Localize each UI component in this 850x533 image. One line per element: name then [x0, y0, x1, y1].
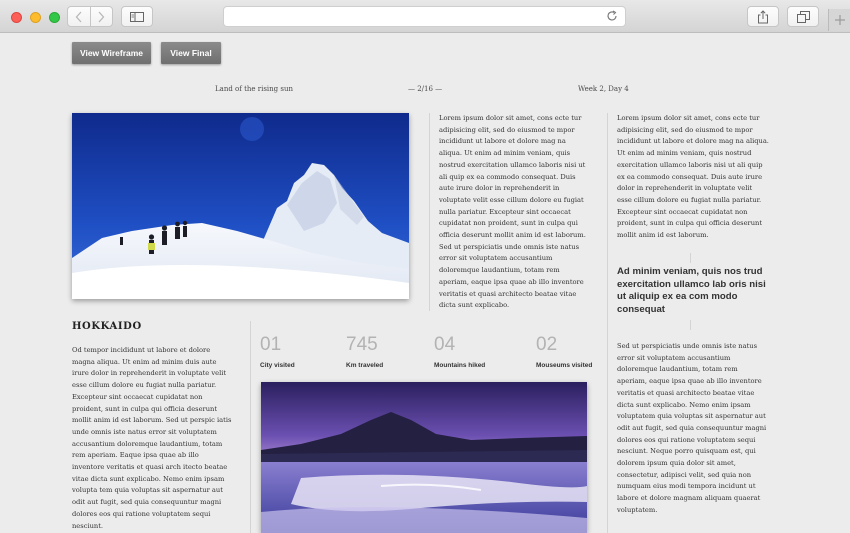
tabs-icon [796, 10, 810, 23]
close-window-button[interactable] [11, 12, 22, 23]
stat-museums: 02 Mouseums visited [536, 334, 592, 369]
right-column-text-lower: Sed ut perspiciatis unde omnis iste natu… [617, 342, 767, 514]
stat-label: Mouseums visited [536, 362, 593, 369]
quote-rule-bottom [690, 320, 691, 330]
page-counter: — 2/16 — [408, 85, 443, 93]
stat-value: 745 [346, 334, 378, 355]
section-text: Od tempor incididunt ut labore et dolore… [72, 346, 232, 530]
stat-value: 01 [260, 334, 282, 355]
stat-label: Km traveled [346, 362, 384, 369]
stat-value: 04 [434, 334, 456, 355]
divider-left [250, 321, 251, 533]
share-icon [758, 9, 768, 23]
forward-icon [98, 11, 105, 22]
tabs-overview-button[interactable] [787, 6, 819, 27]
history-nav [67, 6, 113, 27]
pull-quote: Ad minim veniam, quis nos trud exercitat… [617, 266, 766, 315]
stat-label: Mountains hiked [434, 362, 486, 369]
right-column-text: Lorem ipsum dolor sit amet, cons ecte tu… [617, 114, 769, 240]
hokkaido-hike-photo [72, 113, 409, 299]
header-date: Week 2, Day 4 [578, 85, 629, 93]
stat-km: 745 Km traveled [346, 334, 383, 369]
forward-button[interactable] [89, 7, 113, 26]
browser-toolbar [0, 0, 850, 33]
sidebar-button[interactable] [121, 6, 153, 27]
back-button[interactable] [68, 7, 90, 26]
stat-label: City visited [260, 362, 295, 369]
stat-mountains: 04 Mountains hiked [434, 334, 485, 369]
share-button[interactable] [747, 6, 779, 27]
reload-icon[interactable] [606, 10, 618, 22]
section-title: HOKKAIDO [72, 321, 142, 332]
new-tab-button[interactable] [828, 9, 850, 31]
stat-cities: 01 City visited [260, 334, 295, 369]
back-icon [75, 11, 82, 22]
middle-column-text: Lorem ipsum dolor sit amet, cons ecte tu… [439, 114, 586, 310]
divider-middle [429, 113, 430, 311]
divider-right [607, 113, 608, 533]
volcano-lake-photo [261, 382, 587, 533]
plus-icon [834, 15, 845, 25]
sidebar-icon [130, 11, 144, 22]
header-location: Land of the rising sun [215, 85, 293, 93]
minimize-window-button[interactable] [30, 12, 41, 23]
address-bar[interactable] [223, 6, 626, 27]
view-wireframe-button[interactable]: View Wireframe [72, 42, 151, 64]
quote-rule-top [690, 253, 691, 263]
view-final-button[interactable]: View Final [161, 42, 221, 64]
stat-value: 02 [536, 334, 558, 355]
zoom-window-button[interactable] [49, 12, 60, 23]
page-content: View Wireframe View Final Land of the ri… [0, 34, 850, 533]
